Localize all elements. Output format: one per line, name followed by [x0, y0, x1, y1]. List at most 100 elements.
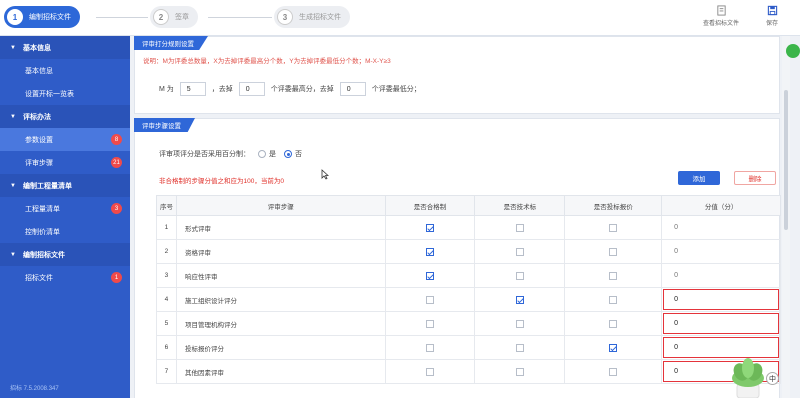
- price-checkbox[interactable]: [609, 271, 618, 280]
- step-name: 投标报价评分: [175, 335, 386, 360]
- table-row[interactable]: 5 项目管理机构评分 0: [156, 311, 781, 336]
- add-button[interactable]: 添加: [678, 171, 720, 185]
- tech-cell: [474, 263, 566, 288]
- price-cell: [564, 359, 663, 384]
- step-1-label: 编制招标文件: [29, 14, 71, 21]
- price-checkbox[interactable]: [609, 343, 618, 352]
- table-row[interactable]: 6 投标报价评分 0: [156, 335, 781, 360]
- row-number: 2: [156, 239, 177, 264]
- sidebar-item-basic-info[interactable]: 基本信息: [0, 59, 130, 82]
- question-label: 评审项评分是否采用百分制：: [159, 151, 250, 158]
- qual-checkbox[interactable]: [426, 367, 435, 376]
- evaluation-step-panel: 评审步骤设置 评审项评分是否采用百分制： 是 否 非合格制的步骤分值之和应为10…: [134, 118, 781, 398]
- score-cell: 0: [661, 263, 781, 288]
- scrollbar-thumb[interactable]: [784, 90, 788, 230]
- sidebar-item-bid-opening-table[interactable]: 设置开标一览表: [0, 82, 130, 105]
- floating-assistant-icon[interactable]: [786, 44, 800, 58]
- radio-no-label: 是: [269, 151, 276, 158]
- row-number: 3: [156, 263, 177, 288]
- save-button[interactable]: 保存: [766, 5, 778, 27]
- sidebar-item-control-price-list[interactable]: 控制价清单: [0, 220, 130, 243]
- document-icon: [716, 5, 726, 16]
- step-name: 其他因素评审: [175, 359, 386, 384]
- sidebar-group-label: 评标办法: [22, 113, 51, 121]
- qual-cell: [384, 263, 476, 288]
- price-checkbox[interactable]: [609, 247, 618, 256]
- table-body: 1 形式评审 0 2 资格评审 0 3 响应性评审 0 4 施工组织设计评分 0 5 项目管理机构评分 0 6…: [156, 215, 781, 384]
- tech-cell: [474, 359, 566, 384]
- price-cell: [564, 311, 663, 336]
- sidebar-item-parameter-settings[interactable]: 参数设置 8: [0, 128, 130, 151]
- radio-no[interactable]: [258, 150, 266, 158]
- qual-checkbox[interactable]: [426, 319, 435, 328]
- qual-checkbox[interactable]: [426, 271, 435, 280]
- qual-checkbox[interactable]: [426, 223, 435, 232]
- tech-cell: [474, 215, 566, 240]
- sidebar-item-quantity-list[interactable]: 工程量清单 3: [0, 197, 130, 220]
- row-number: 5: [156, 311, 177, 336]
- tech-cell: [474, 311, 566, 336]
- sidebar-item-tender-file[interactable]: 招标文件 1: [0, 266, 130, 289]
- table-row[interactable]: 2 资格评审 0: [156, 239, 781, 264]
- table-row[interactable]: 7 其他因素评审 0: [156, 359, 781, 384]
- tech-checkbox[interactable]: [515, 223, 524, 232]
- price-checkbox[interactable]: [609, 367, 618, 376]
- m-label: M 为: [159, 86, 174, 93]
- score-input[interactable]: 0: [663, 289, 779, 310]
- table-row[interactable]: 3 响应性评审 0: [156, 263, 781, 288]
- price-checkbox[interactable]: [609, 223, 618, 232]
- input-method-indicator[interactable]: 中: [766, 372, 779, 385]
- sidebar-item-label: 基本信息: [25, 67, 53, 75]
- price-cell: [564, 239, 663, 264]
- panel-title: 评审步骤设置: [134, 118, 195, 132]
- percentage-question: 评审项评分是否采用百分制： 是 否: [159, 149, 302, 159]
- tech-checkbox[interactable]: [515, 319, 524, 328]
- x-input[interactable]: 0: [238, 82, 265, 96]
- step-name: 响应性评审: [175, 263, 386, 288]
- step-2[interactable]: 2 签章: [150, 6, 198, 28]
- sidebar-group-bill-of-quantities[interactable]: ▼ 编制工程量清单: [0, 174, 130, 197]
- row-number: 7: [156, 359, 177, 384]
- save-label: 保存: [766, 21, 779, 27]
- price-checkbox[interactable]: [609, 319, 618, 328]
- sidebar-group-tender-document[interactable]: ▼ 编制招标文件: [0, 243, 130, 266]
- step-1[interactable]: 1 编制招标文件: [4, 6, 80, 28]
- score-input: 0: [674, 224, 679, 231]
- sidebar-group-evaluation-method[interactable]: ▼ 评标办法: [0, 105, 130, 128]
- m-input[interactable]: 5: [179, 82, 206, 96]
- table-row[interactable]: 1 形式评审 0: [156, 215, 781, 240]
- count-badge: 3: [111, 203, 122, 214]
- score-input[interactable]: 0: [663, 313, 779, 334]
- step-2-label: 签章: [175, 14, 189, 21]
- tech-checkbox[interactable]: [515, 343, 524, 352]
- qual-cell: [384, 311, 476, 336]
- delete-button[interactable]: 删除: [734, 171, 776, 185]
- step-name: 项目管理机构评分: [175, 311, 386, 336]
- row-number: 1: [156, 215, 177, 240]
- score-input: 0: [674, 248, 679, 255]
- sidebar-group-basic-info[interactable]: ▼ 基本信息: [0, 36, 130, 59]
- panel-title: 评审打分规则设置: [134, 36, 208, 50]
- column-header-step: 评审步骤: [175, 195, 386, 216]
- qual-cell: [384, 335, 476, 360]
- radio-yes[interactable]: [284, 150, 292, 158]
- tech-checkbox[interactable]: [515, 295, 524, 304]
- qual-checkbox[interactable]: [426, 247, 435, 256]
- step-3[interactable]: 3 生成招标文件: [274, 6, 350, 28]
- sidebar-item-label: 工程量清单: [25, 205, 60, 213]
- tech-checkbox[interactable]: [515, 271, 524, 280]
- table-row[interactable]: 4 施工组织设计评分 0: [156, 287, 781, 312]
- step-name: 资格评审: [175, 239, 386, 264]
- tech-checkbox[interactable]: [515, 247, 524, 256]
- table-header-row: 序号 评审步骤 是否合格制 是否技术标 是否投标报价 分值（分）: [156, 195, 781, 216]
- score-cell: 0: [661, 311, 781, 336]
- qual-checkbox[interactable]: [426, 295, 435, 304]
- tech-checkbox[interactable]: [515, 367, 524, 376]
- y-input[interactable]: 0: [339, 82, 366, 96]
- tech-cell: [474, 239, 566, 264]
- sidebar-item-evaluation-steps[interactable]: 评审步骤 21: [0, 151, 130, 174]
- qual-cell: [384, 215, 476, 240]
- price-checkbox[interactable]: [609, 295, 618, 304]
- view-tender-file-button[interactable]: 查看招标文件: [703, 5, 739, 27]
- qual-checkbox[interactable]: [426, 343, 435, 352]
